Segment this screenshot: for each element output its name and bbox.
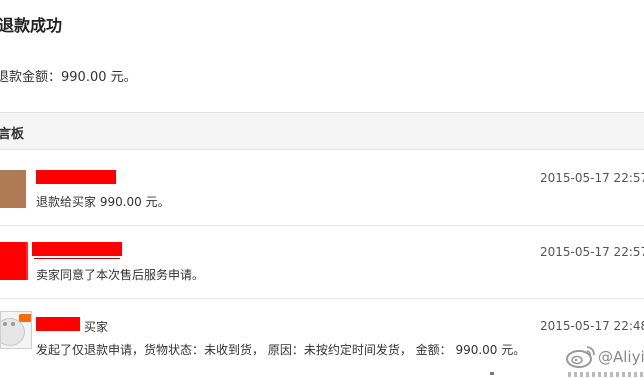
avatar-badge-icon [19,314,31,322]
message-text: 退款给买家 990.00 元。 [36,195,170,209]
message-item: 2015-05-17 22:57: 卖家同意了本次售后服务申请。 [0,225,644,298]
redacted-username [36,317,80,331]
message-text: 发起了仅退款申请，货物状态：未收到货， 原因：未按约定时间发货， 金额： 990… [36,343,526,357]
redacted-avatar-icon [0,242,28,280]
message-time: 2015-05-17 22:48: [540,319,644,333]
message-role: 买家 [84,320,109,334]
artifact-dot [490,372,494,375]
message-time: 2015-05-17 22:57: [540,245,644,259]
message-text: 卖家同意了本次售后服务申请。 [36,268,205,282]
message-item: 买家 2015-05-17 22:48: 发起了仅退款申请，货物状态：未收到货，… [0,298,644,378]
avatar-eye-icon [3,322,7,326]
refund-amount-text: 退款金额：990.00 元。 [0,70,137,85]
message-board-header: 言板 [0,112,644,150]
watermark-text: @Aliyi [598,348,644,366]
default-avatar-icon [0,311,32,349]
weibo-icon [566,346,595,368]
avatar-eye-icon [11,322,15,326]
redacted-avatar-icon [0,170,26,208]
redacted-username [32,242,122,259]
message-board-title: 言板 [0,127,25,142]
redacted-username [36,170,116,184]
message-item: 2015-05-17 22:57: 退款给买家 990.00 元。 [0,160,644,224]
watermark-underline [568,372,644,377]
message-time: 2015-05-17 22:57: [540,171,644,185]
page-title: 退款成功 [0,16,63,35]
